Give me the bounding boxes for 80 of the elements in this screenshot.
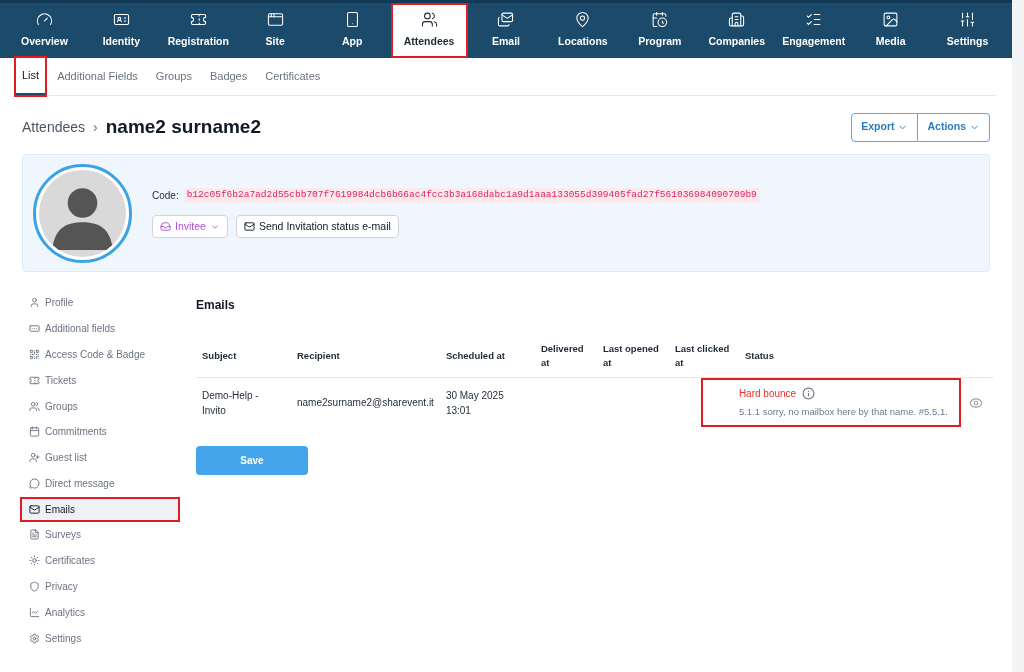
nav-tab[interactable]: Registration — [159, 3, 237, 58]
page-title: name2 surname2 — [105, 114, 261, 139]
info-icon[interactable] — [802, 387, 816, 400]
mail-icon — [497, 11, 515, 29]
column-header: Subject — [196, 336, 291, 377]
mail-icon — [243, 221, 255, 232]
nav-tab[interactable]: Email — [467, 3, 545, 58]
sub-tab[interactable]: Additional Fields — [51, 58, 144, 95]
sidebar-item[interactable]: Certificates — [21, 549, 179, 573]
nav-tab[interactable]: Identity — [82, 3, 160, 58]
nav-tab[interactable]: Attendees — [390, 3, 468, 58]
sidebar-item[interactable]: Additional fields — [21, 317, 179, 341]
sidebar-item[interactable]: Privacy — [21, 575, 179, 598]
document-icon — [29, 529, 40, 541]
column-header: Recipient — [291, 336, 440, 377]
breadcrumb-link[interactable]: Attendees — [22, 116, 86, 138]
ticket-icon — [29, 374, 40, 386]
column-header: Status — [738, 336, 959, 377]
sidebar-item[interactable]: Analytics — [21, 600, 179, 624]
nav-tab[interactable]: Overview — [6, 3, 83, 58]
sidebar-item[interactable]: Settings — [21, 626, 179, 650]
nav-tab[interactable]: Program — [621, 3, 699, 58]
gear-icon — [29, 632, 40, 644]
sidebar-item[interactable]: Groups — [21, 394, 179, 418]
table-cell: 30 May 2025 13:01 — [439, 377, 535, 428]
dropdown-button[interactable]: Export — [851, 112, 919, 142]
role-dropdown[interactable]: Invitee — [152, 215, 228, 238]
sidebar-item[interactable]: Surveys — [21, 523, 179, 547]
nav-tab[interactable]: Companies — [698, 3, 776, 58]
nav-tab[interactable]: Media — [852, 3, 930, 58]
sub-tab[interactable]: List — [16, 58, 46, 95]
shield-icon — [29, 581, 40, 592]
chat-bubble-icon — [29, 477, 40, 489]
view-icon[interactable] — [969, 395, 984, 410]
dropdown-button[interactable]: Actions — [918, 112, 990, 142]
building-icon — [728, 11, 746, 29]
map-pin-icon — [574, 11, 592, 29]
sidebar-item[interactable]: Direct message — [21, 471, 179, 495]
user-plus-icon — [29, 452, 40, 464]
send-email-button[interactable]: Send Invitation status e-mail — [235, 215, 399, 238]
code-value: b12c05f6b2a7ad2d55cbb707f7619984dcb6b66ac4fcc3b3a168dabc1a9d1aaa133055d399405fad27f561036984090709b9 — [184, 188, 759, 203]
user-icon — [29, 297, 40, 309]
users-icon — [29, 400, 40, 412]
sidebar-item[interactable]: Tickets — [21, 368, 179, 392]
code-label: Code: — [152, 189, 179, 203]
section-title: Emails — [196, 297, 236, 314]
nav-tab[interactable]: Engagement — [775, 3, 853, 58]
column-header: Delivered at — [534, 336, 597, 377]
calendar-icon — [29, 426, 40, 438]
sub-tab[interactable]: Groups — [149, 58, 198, 95]
table-cell: name2surname2@sharevent.it — [291, 377, 440, 428]
nav-tab[interactable]: Locations — [544, 3, 622, 58]
status-label: Hard bounce — [738, 387, 797, 401]
field-icon — [29, 323, 40, 335]
sub-tab[interactable]: Badges — [203, 58, 254, 95]
status-detail: 5.1.1 sorry, no mailbox here by that name. #5.5.1. — [738, 405, 949, 419]
save-button[interactable]: Save — [196, 445, 308, 475]
sidebar-item[interactable]: Commitments — [21, 420, 179, 444]
sliders-icon — [959, 11, 976, 29]
inbox-icon — [160, 221, 171, 232]
sidebar-item[interactable]: Profile — [21, 291, 179, 315]
column-header: Last opened at — [596, 336, 669, 377]
window-icon — [266, 11, 284, 29]
sidebar-item[interactable]: Emails — [21, 497, 179, 521]
chart-icon — [29, 606, 40, 618]
column-header: Scheduled at — [439, 336, 535, 377]
users-icon — [420, 11, 438, 29]
sidebar-item[interactable]: Access Code & Badge — [21, 342, 179, 366]
nav-tab[interactable]: App — [313, 3, 391, 58]
qr-code-icon — [29, 348, 40, 360]
nav-tab[interactable]: Site — [236, 3, 314, 58]
table-cell: Demo-Help - Invito — [196, 377, 291, 428]
sidebar-item[interactable]: Guest list — [21, 446, 179, 470]
image-icon — [882, 11, 900, 29]
mail-icon — [29, 503, 40, 515]
sub-tab[interactable]: Certificates — [259, 58, 327, 95]
column-header: Last clicked at — [668, 336, 739, 377]
breadcrumb-separator: › — [93, 117, 98, 137]
calendar-icon — [651, 11, 669, 29]
nav-tab[interactable]: Settings — [929, 3, 1006, 58]
